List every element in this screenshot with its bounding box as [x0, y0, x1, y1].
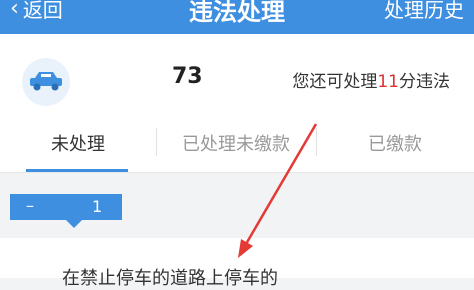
badge-dash: –: [26, 196, 34, 215]
remaining-suffix: 分违法: [399, 72, 450, 92]
badge-pointer: [66, 220, 82, 228]
count-badge: – 1: [10, 194, 122, 228]
badge-count: 1: [92, 197, 103, 216]
summary-panel: 73 您还可处理11分违法: [0, 34, 474, 115]
car-icon: [30, 72, 62, 91]
top-nav-bar: ‹ 返回 违法处理 处理历史: [0, 0, 474, 34]
points-value: 73: [172, 64, 203, 89]
tab-paid[interactable]: 已缴款: [316, 114, 474, 172]
remaining-count: 11: [377, 72, 399, 92]
violation-description: 在禁止停车的道路上停车的: [62, 268, 278, 289]
tab-unprocessed[interactable]: 未处理: [0, 114, 156, 172]
status-tabs: 未处理 已处理未缴款 已缴款: [0, 114, 474, 173]
history-button[interactable]: 处理历史: [384, 0, 464, 23]
tab-processed-unpaid[interactable]: 已处理未缴款: [156, 114, 316, 172]
active-tab-indicator: [26, 169, 128, 172]
remaining-points-text: 您还可处理11分违法: [292, 67, 450, 92]
violation-record[interactable]: 在禁止停车的道路上停车的: [0, 238, 474, 289]
remaining-prefix: 您还可处理: [292, 72, 378, 92]
